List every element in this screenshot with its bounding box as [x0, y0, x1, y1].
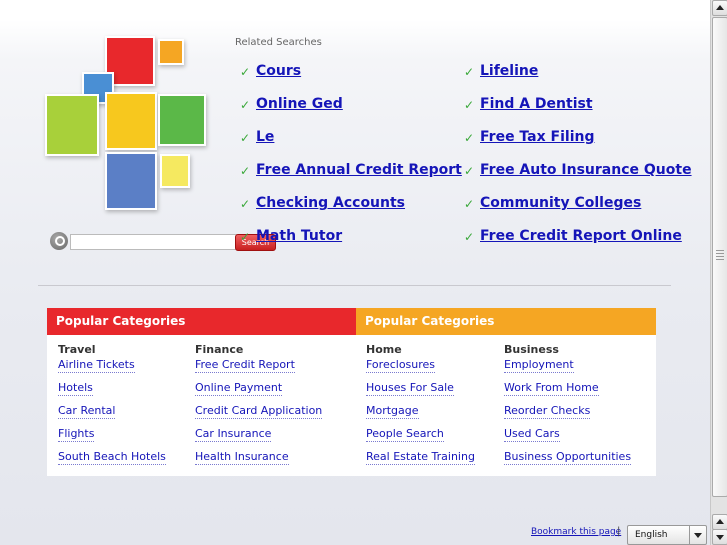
related-search-link[interactable]: Lifeline	[480, 63, 538, 79]
check-icon: ✓	[464, 230, 475, 244]
related-search-item: ✓ Free Annual Credit Report	[240, 162, 462, 195]
category-link[interactable]: Airline Tickets	[58, 358, 135, 373]
related-search-link[interactable]: Find A Dentist	[480, 96, 593, 112]
category-link[interactable]: Free Credit Report	[195, 358, 295, 373]
category-link[interactable]: People Search	[366, 427, 444, 442]
related-search-link[interactable]: Cours	[256, 63, 301, 79]
magnifier-icon	[50, 232, 68, 250]
scroll-down-button[interactable]	[712, 529, 727, 545]
popular-categories-header: Popular Categories	[47, 308, 357, 335]
category-link[interactable]: Credit Card Application	[195, 404, 323, 419]
related-search-item: ✓ Find A Dentist	[464, 96, 692, 129]
category-link[interactable]: Reorder Checks	[504, 404, 591, 419]
check-icon: ✓	[240, 164, 251, 178]
related-search-item: ✓ Le	[240, 129, 462, 162]
category-column-finance: Finance Free Credit Report Online Paymen…	[195, 343, 323, 473]
scroll-up-button[interactable]	[712, 514, 727, 530]
popular-categories-box: Popular Categories Travel Airline Ticket…	[47, 308, 357, 476]
scrollbar[interactable]	[710, 0, 727, 545]
related-search-link[interactable]: Free Tax Filing	[480, 129, 594, 145]
language-value: English	[635, 530, 668, 540]
check-icon: ✓	[464, 164, 475, 178]
logo-square-blue	[105, 152, 157, 210]
related-searches-left: ✓ Cours ✓ Online Ged ✓ Le ✓ Free Annual Cred…	[240, 63, 462, 261]
category-link[interactable]: Business Opportunities	[504, 450, 632, 465]
check-icon: ✓	[464, 65, 475, 79]
search-input[interactable]	[70, 234, 240, 250]
related-search-link[interactable]: Free Credit Report Online	[480, 228, 682, 244]
related-search-item: ✓ Online Ged	[240, 96, 462, 129]
logo-square-green	[158, 94, 206, 146]
category-column-home: Home Foreclosures Houses For Sale Mortga…	[366, 343, 475, 473]
check-icon: ✓	[240, 98, 251, 112]
category-link[interactable]: South Beach Hotels	[58, 450, 166, 465]
related-searches-title: Related Searches	[235, 37, 322, 48]
category-link[interactable]: Work From Home	[504, 381, 599, 396]
category-link[interactable]: Real Estate Training	[366, 450, 475, 465]
related-search-item: ✓ Free Tax Filing	[464, 129, 692, 162]
category-column-business: Business Employment Work From Home Reord…	[504, 343, 632, 473]
bookmark-link[interactable]: Bookmark this page	[531, 527, 621, 537]
related-search-item: ✓ Community Colleges	[464, 195, 692, 228]
check-icon: ✓	[240, 230, 251, 244]
category-link[interactable]: Health Insurance	[195, 450, 289, 465]
related-search-item: ✓ Math Tutor	[240, 228, 462, 261]
logo-square-yellow	[105, 92, 157, 150]
check-icon: ✓	[464, 197, 475, 211]
category-title: Finance	[195, 343, 244, 356]
language-select[interactable]: English	[627, 525, 707, 545]
category-link[interactable]: Foreclosures	[366, 358, 436, 373]
category-title: Travel	[58, 343, 96, 356]
scroll-up-button[interactable]	[712, 0, 727, 16]
grip-icon	[716, 250, 724, 262]
chevron-down-icon	[689, 526, 706, 544]
related-search-item: ✓ Lifeline	[464, 63, 692, 96]
popular-categories-header: Popular Categories	[356, 308, 656, 335]
top-bar	[0, 0, 710, 18]
logo-square-orange	[158, 39, 184, 65]
related-search-link[interactable]: Checking Accounts	[256, 195, 405, 211]
footer-separator: |	[617, 526, 621, 537]
check-icon: ✓	[240, 131, 251, 145]
check-icon: ✓	[240, 65, 251, 79]
category-link[interactable]: Used Cars	[504, 427, 560, 442]
check-icon: ✓	[464, 131, 475, 145]
related-search-link[interactable]: Free Annual Credit Report	[256, 162, 462, 178]
category-link[interactable]: Car Rental	[58, 404, 116, 419]
check-icon: ✓	[464, 98, 475, 112]
category-title: Business	[504, 343, 559, 356]
category-link[interactable]: Employment	[504, 358, 574, 373]
related-search-item: ✓ Cours	[240, 63, 462, 96]
logo	[40, 32, 210, 212]
related-search-item: ✓ Free Credit Report Online	[464, 228, 692, 261]
category-link[interactable]: Houses For Sale	[366, 381, 454, 396]
category-column-travel: Travel Airline Tickets Hotels Car Rental…	[58, 343, 166, 473]
related-search-link[interactable]: Community Colleges	[480, 195, 641, 211]
category-link[interactable]: Flights	[58, 427, 95, 442]
logo-square-green-light	[45, 94, 99, 156]
category-link[interactable]: Mortgage	[366, 404, 419, 419]
popular-categories-box: Popular Categories Home Foreclosures Hou…	[356, 308, 656, 476]
related-search-item: ✓ Free Auto Insurance Quote	[464, 162, 692, 195]
related-search-link[interactable]: Le	[256, 129, 274, 145]
related-search-link[interactable]: Online Ged	[256, 96, 343, 112]
related-search-link[interactable]: Math Tutor	[256, 228, 342, 244]
scrollbar-thumb[interactable]	[712, 17, 727, 497]
logo-square-pale-yellow	[160, 154, 190, 188]
check-icon: ✓	[240, 197, 251, 211]
page: Search Related Searches ✓ Cours ✓ Online G…	[0, 0, 710, 545]
related-search-item: ✓ Checking Accounts	[240, 195, 462, 228]
divider	[38, 285, 671, 286]
related-search-link[interactable]: Free Auto Insurance Quote	[480, 162, 692, 178]
category-link[interactable]: Hotels	[58, 381, 93, 396]
category-link[interactable]: Online Payment	[195, 381, 283, 396]
related-searches-right: ✓ Lifeline ✓ Find A Dentist ✓ Free Tax Fili…	[464, 63, 692, 261]
category-link[interactable]: Car Insurance	[195, 427, 272, 442]
category-title: Home	[366, 343, 402, 356]
